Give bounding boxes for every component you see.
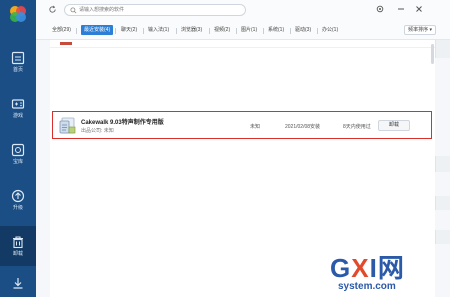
minimize-icon[interactable] xyxy=(396,4,406,14)
app-size: 未知 xyxy=(250,124,261,130)
search-icon[interactable] xyxy=(70,7,77,14)
tab-input-method[interactable]: 输入法(1) xyxy=(148,26,169,35)
close-icon[interactable] xyxy=(414,4,424,14)
tab-divider xyxy=(76,28,77,34)
app-name: Cakewalk 9.03特声制作专用版 xyxy=(81,120,164,126)
category-tabs: 全部(29) 最近安装(4) 聊天(2) 输入法(1) 浏览器(3) 视频(2)… xyxy=(36,20,450,40)
tab-all[interactable]: 全部(29) xyxy=(52,26,71,35)
cakewalk-app-icon xyxy=(59,117,76,134)
scrollbar[interactable] xyxy=(431,44,434,64)
sidebar-item-uninstall[interactable]: 卸载 xyxy=(0,226,36,266)
side-panel-fragment xyxy=(435,196,450,210)
app-logo-icon[interactable] xyxy=(8,4,28,24)
tab-system[interactable]: 系统(1) xyxy=(268,26,284,35)
sidebar-item-upgrade[interactable]: 升级 xyxy=(0,180,36,220)
side-panel-fragment xyxy=(435,156,450,172)
tab-divider xyxy=(176,28,177,34)
home-icon xyxy=(11,51,25,65)
tab-office[interactable]: 办公(1) xyxy=(322,26,338,35)
sidebar-item-label: 卸载 xyxy=(12,251,23,257)
treasure-icon xyxy=(11,143,25,157)
settings-icon[interactable] xyxy=(375,4,385,14)
sidebar-item-label: 升级 xyxy=(12,205,23,211)
gamepad-icon xyxy=(11,99,25,109)
tab-video[interactable]: 视频(2) xyxy=(214,26,230,35)
app-company: 出品公司: 未知 xyxy=(81,128,114,134)
tab-divider xyxy=(143,28,144,34)
side-panel-fragment xyxy=(435,40,450,58)
sort-dropdown-button[interactable]: 频率排序 ▾ xyxy=(404,25,436,35)
tab-divider xyxy=(115,28,116,34)
sidebar-item-treasure[interactable]: 宝库 xyxy=(0,134,36,174)
side-panel-fragment xyxy=(435,230,450,244)
tab-divider xyxy=(209,28,210,34)
tab-recent[interactable]: 最近安装(4) xyxy=(81,25,114,35)
search-input[interactable] xyxy=(79,5,239,15)
tab-divider xyxy=(263,28,264,34)
tab-chat[interactable]: 聊天(2) xyxy=(121,26,137,35)
top-bar xyxy=(36,0,450,20)
sidebar-item-download[interactable] xyxy=(0,270,36,296)
list-item-selected[interactable]: Cakewalk 9.03特声制作专用版 出品公司: 未知 未知 2021/02… xyxy=(52,111,432,139)
uninstall-button[interactable]: 卸载 xyxy=(378,120,410,131)
watermark: GXI网 system.com xyxy=(328,248,450,297)
sidebar: 首页 游戏 宝库 升级 卸载 xyxy=(0,0,36,297)
list-item xyxy=(50,40,435,48)
tab-divider xyxy=(290,28,291,34)
sidebar-item-home[interactable]: 首页 xyxy=(0,42,36,82)
tab-divider xyxy=(236,28,237,34)
sidebar-item-label: 游戏 xyxy=(12,113,23,119)
watermark-domain: system.com xyxy=(338,281,396,292)
usage-frequency: 8天内使用过 xyxy=(343,124,371,130)
sidebar-item-games[interactable]: 游戏 xyxy=(0,88,36,128)
watermark-brand: GXI网 xyxy=(330,253,405,283)
sidebar-item-label: 宝库 xyxy=(12,159,23,165)
sidebar-item-label: 首页 xyxy=(12,67,23,73)
tab-drivers[interactable]: 驱动(3) xyxy=(295,26,311,35)
app-icon-partial xyxy=(60,42,72,45)
trash-icon xyxy=(13,236,23,249)
search-box xyxy=(64,4,246,16)
upgrade-icon xyxy=(11,189,25,203)
tab-browser[interactable]: 浏览器(3) xyxy=(181,26,202,35)
refresh-icon[interactable] xyxy=(48,5,57,14)
tab-divider xyxy=(317,28,318,34)
tab-images[interactable]: 图片(1) xyxy=(241,26,257,35)
install-date: 2021/02/08安装 xyxy=(285,124,321,130)
download-icon xyxy=(13,278,23,289)
